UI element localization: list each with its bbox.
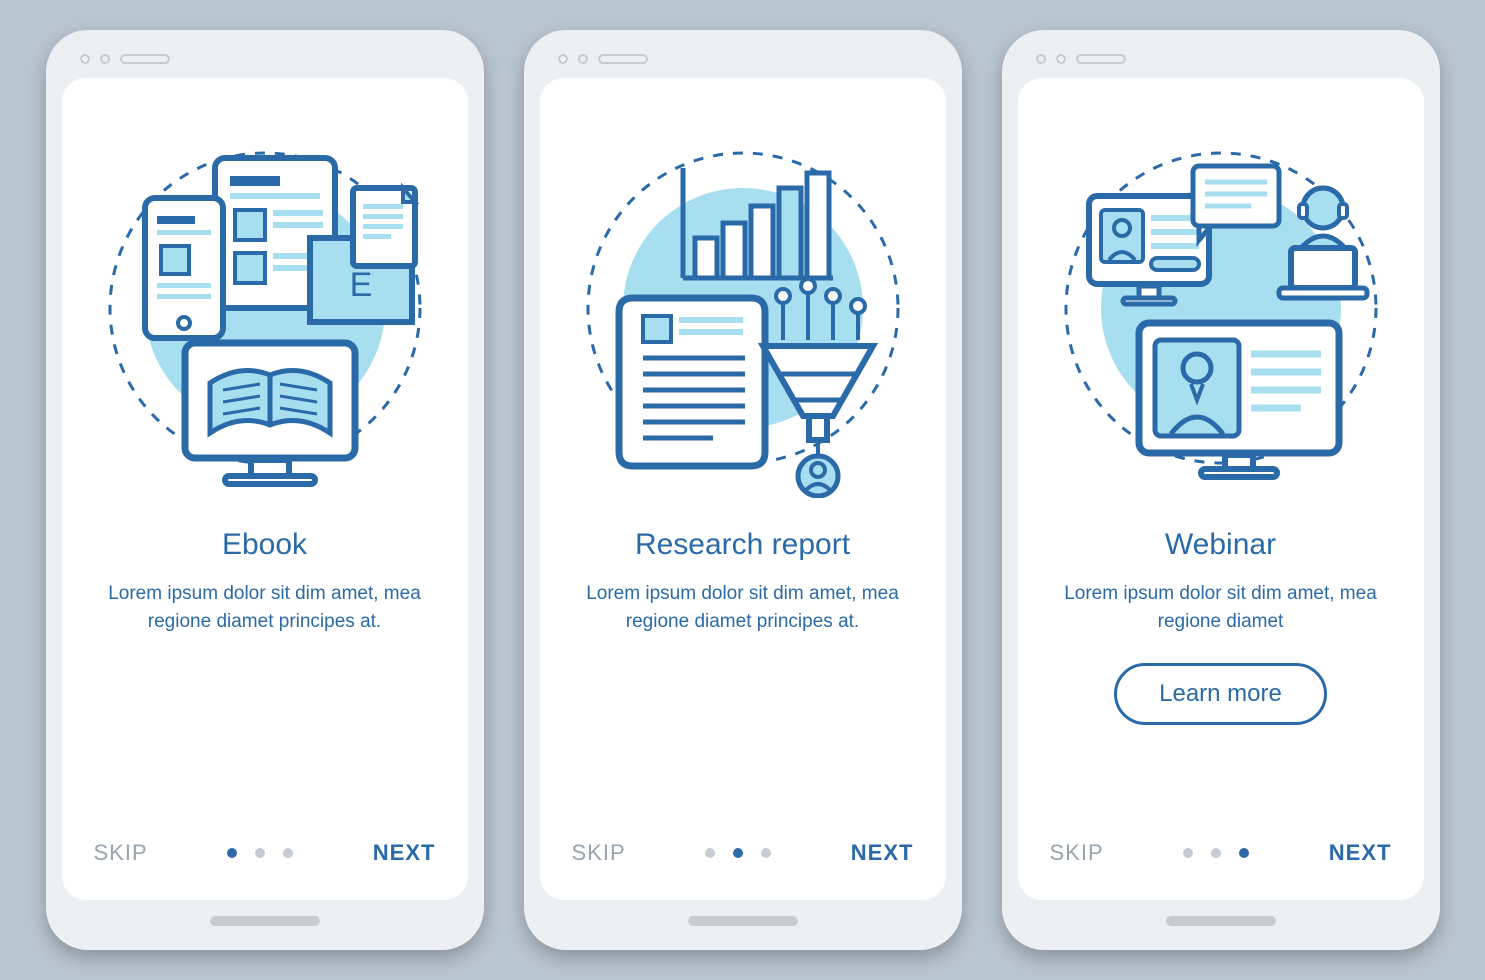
camera-dot-icon bbox=[558, 54, 568, 64]
skip-button[interactable]: SKIP bbox=[1050, 840, 1104, 866]
onboarding-description: Lorem ipsum dolor sit dim amet, mea regi… bbox=[1061, 580, 1381, 635]
onboarding-nav: SKIP NEXT bbox=[568, 840, 918, 876]
phone-mockup-1: E Ebook Lorem ipsu bbox=[46, 30, 484, 950]
onboarding-title: Research report bbox=[635, 528, 850, 562]
page-indicator bbox=[705, 848, 771, 858]
camera-dot-icon bbox=[100, 54, 110, 64]
dot-2[interactable] bbox=[733, 848, 743, 858]
onboarding-description: Lorem ipsum dolor sit dim amet, mea regi… bbox=[105, 580, 425, 635]
home-bar-icon bbox=[1166, 916, 1276, 926]
onboarding-screen-1: E Ebook Lorem ipsu bbox=[62, 78, 468, 900]
skip-button[interactable]: SKIP bbox=[572, 840, 626, 866]
dot-3[interactable] bbox=[761, 848, 771, 858]
page-indicator bbox=[1183, 848, 1249, 858]
onboarding-nav: SKIP NEXT bbox=[1046, 840, 1396, 876]
ebook-illustration: E bbox=[95, 118, 435, 498]
next-button[interactable]: NEXT bbox=[851, 840, 914, 866]
dot-3[interactable] bbox=[283, 848, 293, 858]
dot-2[interactable] bbox=[255, 848, 265, 858]
onboarding-title: Webinar bbox=[1165, 528, 1276, 562]
speaker-icon bbox=[598, 54, 648, 64]
dot-3[interactable] bbox=[1239, 848, 1249, 858]
camera-dot-icon bbox=[578, 54, 588, 64]
camera-dot-icon bbox=[1056, 54, 1066, 64]
dot-1[interactable] bbox=[705, 848, 715, 858]
learn-more-button[interactable]: Learn more bbox=[1114, 663, 1327, 725]
home-bar-icon bbox=[210, 916, 320, 926]
speaker-icon bbox=[120, 54, 170, 64]
camera-dot-icon bbox=[80, 54, 90, 64]
onboarding-description: Lorem ipsum dolor sit dim amet, mea regi… bbox=[583, 580, 903, 635]
phone-mockup-2: Research report Lorem ipsum dolor sit di… bbox=[524, 30, 962, 950]
camera-dot-icon bbox=[1036, 54, 1046, 64]
webinar-illustration bbox=[1051, 118, 1391, 498]
onboarding-screen-3: Webinar Lorem ipsum dolor sit dim amet, … bbox=[1018, 78, 1424, 900]
dot-1[interactable] bbox=[1183, 848, 1193, 858]
next-button[interactable]: NEXT bbox=[373, 840, 436, 866]
home-bar-icon bbox=[688, 916, 798, 926]
next-button[interactable]: NEXT bbox=[1329, 840, 1392, 866]
phone-mockup-3: Webinar Lorem ipsum dolor sit dim amet, … bbox=[1002, 30, 1440, 950]
phone-notch bbox=[62, 48, 468, 78]
svg-text:E: E bbox=[349, 266, 372, 304]
page-indicator bbox=[227, 848, 293, 858]
speaker-icon bbox=[1076, 54, 1126, 64]
onboarding-screen-2: Research report Lorem ipsum dolor sit di… bbox=[540, 78, 946, 900]
onboarding-title: Ebook bbox=[222, 528, 307, 562]
phone-notch bbox=[540, 48, 946, 78]
research-report-illustration bbox=[573, 118, 913, 498]
skip-button[interactable]: SKIP bbox=[94, 840, 148, 866]
phone-notch bbox=[1018, 48, 1424, 78]
dot-2[interactable] bbox=[1211, 848, 1221, 858]
dot-1[interactable] bbox=[227, 848, 237, 858]
onboarding-nav: SKIP NEXT bbox=[90, 840, 440, 876]
